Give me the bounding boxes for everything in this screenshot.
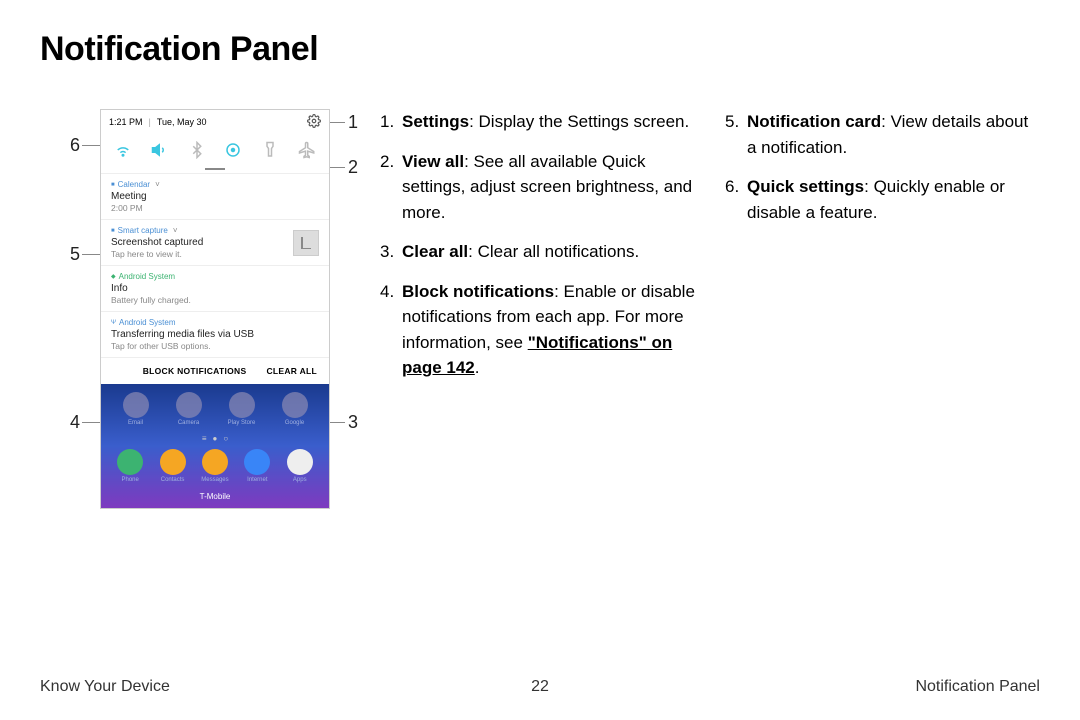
system2-app-label: Android System <box>119 318 175 327</box>
dock-phone[interactable]: Phone <box>115 449 145 483</box>
phone-screenshot: 1:21 PM | Tue, May 30 <box>100 109 330 509</box>
carrier-label: T-Mobile <box>109 489 321 504</box>
clear-all-button[interactable]: CLEAR ALL <box>266 366 317 376</box>
dock-contacts[interactable]: Contacts <box>158 449 188 483</box>
notification-usb[interactable]: ΨAndroid System Transferring media files… <box>101 312 329 358</box>
desc-4: 4. Block notifications: Enable or disabl… <box>380 279 695 381</box>
notification-battery[interactable]: ◆Android System Info Battery fully charg… <box>101 266 329 312</box>
desc-1: 1. Settings: Display the Settings screen… <box>380 109 695 135</box>
callout-4: 4 <box>70 412 80 433</box>
wifi-icon[interactable] <box>113 140 133 160</box>
location-icon[interactable] <box>223 140 243 160</box>
footer-right: Notification Panel <box>707 678 1040 696</box>
callout-1: 1 <box>348 112 358 133</box>
capture-sub: Tap here to view it. <box>111 249 203 259</box>
calendar-app-label: Calendar <box>118 180 150 189</box>
desc-6: 6. Quick settings: Quickly enable or dis… <box>725 174 1040 225</box>
sound-icon[interactable] <box>150 140 170 160</box>
capture-app-label: Smart capture <box>118 226 168 235</box>
status-bar: 1:21 PM | Tue, May 30 <box>101 110 329 134</box>
page-footer: Know Your Device 22 Notification Panel <box>40 678 1040 696</box>
app-email[interactable]: Email <box>121 392 151 426</box>
callout-5: 5 <box>70 244 80 265</box>
drag-handle[interactable] <box>101 164 329 174</box>
app-google[interactable]: Google <box>280 392 310 426</box>
airplane-icon[interactable] <box>297 140 317 160</box>
desc-3: 3. Clear all: Clear all notifications. <box>380 239 695 265</box>
settings-gear-icon[interactable] <box>307 114 321 130</box>
app-camera[interactable]: Camera <box>174 392 204 426</box>
notification-actions: BLOCK NOTIFICATIONS CLEAR ALL <box>101 358 329 384</box>
system1-app-label: Android System <box>119 272 175 281</box>
screenshot-thumbnail-icon <box>293 230 319 256</box>
notification-calendar[interactable]: ■Calendar˅ Meeting 2:00 PM <box>101 174 329 220</box>
callout-3: 3 <box>348 412 358 433</box>
capture-title: Screenshot captured <box>111 237 203 248</box>
callout-2: 2 <box>348 157 358 178</box>
col-right: 5. Notification card: View details about… <box>725 109 1040 395</box>
diagram-column: 1 2 3 4 5 6 1:21 PM | Tue, May 30 <box>40 109 350 395</box>
home-screen: Email Camera Play Store Google ≡●○ Phone… <box>101 384 329 508</box>
quick-settings-row <box>101 134 329 164</box>
status-date: Tue, May 30 <box>157 117 207 127</box>
block-notifications-button[interactable]: BLOCK NOTIFICATIONS <box>143 366 247 376</box>
desc-2: 2. View all: See all available Quick set… <box>380 149 695 226</box>
callout-6: 6 <box>70 135 80 156</box>
dock-messages[interactable]: Messages <box>200 449 230 483</box>
flashlight-icon[interactable] <box>260 140 280 160</box>
col-left: 1. Settings: Display the Settings screen… <box>380 109 695 395</box>
notification-screenshot[interactable]: ■Smart capture˅ Screenshot captured Tap … <box>101 220 329 266</box>
system1-sub: Battery fully charged. <box>111 295 319 305</box>
status-separator: | <box>149 117 151 127</box>
status-time: 1:21 PM <box>109 117 143 127</box>
system2-sub: Tap for other USB options. <box>111 341 319 351</box>
system2-title: Transferring media files via USB <box>111 329 319 340</box>
description-columns: 1. Settings: Display the Settings screen… <box>380 109 1040 395</box>
page-dots: ≡●○ <box>109 432 321 449</box>
dock-apps[interactable]: Apps <box>285 449 315 483</box>
bluetooth-icon[interactable] <box>187 140 207 160</box>
desc-5: 5. Notification card: View details about… <box>725 109 1040 160</box>
app-playstore[interactable]: Play Store <box>227 392 257 426</box>
content-row: 1 2 3 4 5 6 1:21 PM | Tue, May 30 <box>0 79 1080 395</box>
footer-left: Know Your Device <box>40 678 373 696</box>
calendar-sub: 2:00 PM <box>111 203 319 213</box>
dock-internet[interactable]: Internet <box>242 449 272 483</box>
system1-title: Info <box>111 283 319 294</box>
page-title: Notification Panel <box>0 0 1080 79</box>
footer-page-number: 22 <box>373 678 706 696</box>
calendar-title: Meeting <box>111 191 319 202</box>
